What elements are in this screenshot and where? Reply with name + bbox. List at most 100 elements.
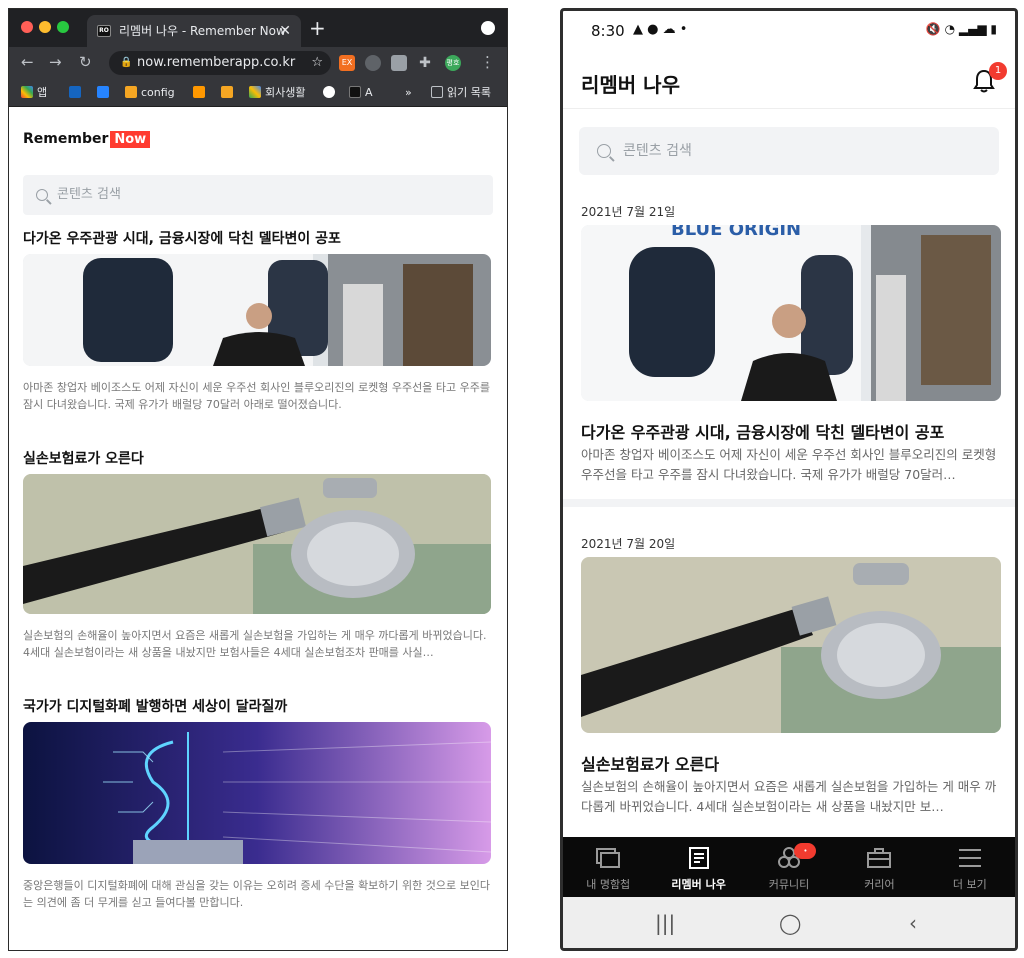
bookmarks-overflow[interactable]: » [405, 85, 412, 101]
system-navigation-bar: ||| ◯ ‹ [563, 897, 1015, 948]
article-title[interactable]: 국가가 디지털화폐 발행하면 세상이 달라질까 [23, 697, 493, 717]
article-summary: 실손보험의 손해율이 높아지면서 요즘은 새롭게 실손보험을 가입하는 게 매우… [581, 779, 997, 814]
article-card[interactable]: 실손보험료가 오른다 실손보험의 손해율이 높아지면서 요즘은 새롭게 실손보험… [23, 449, 493, 661]
web-content: Remember Now 콘텐츠 검색 다가온 우주관광 시대, 금융시장에 닥친… [9, 131, 507, 911]
bookmark-github[interactable] [323, 85, 339, 101]
search-input[interactable]: 콘텐츠 검색 [23, 175, 493, 215]
chrome-menu-icon[interactable]: ⋮ [480, 53, 495, 71]
home-icon[interactable]: ◯ [779, 911, 801, 935]
github-icon [323, 86, 335, 98]
status-notification-icons: ▲ ● ☁ • [633, 22, 688, 37]
cards-icon [596, 848, 621, 868]
bookmark-apps-label: 앱 [37, 86, 48, 99]
article-image-digital-currency[interactable] [23, 722, 491, 864]
bookmarks-bar: 앱 config 회사생활 A » 읽기 목록 [9, 79, 507, 107]
nav-item-more[interactable]: 더 보기 [925, 837, 1015, 897]
search-icon [36, 189, 48, 201]
folder-flame-icon [125, 86, 137, 98]
extension-camera-icon[interactable] [391, 55, 407, 71]
reading-list-icon [431, 86, 443, 98]
favicon-icon: RO [97, 25, 111, 37]
bookmark-yellow[interactable] [221, 85, 237, 101]
search-placeholder: 콘텐츠 검색 [623, 143, 692, 159]
nav-item-career[interactable]: 커리어 [834, 837, 924, 897]
bookmark-star-icon[interactable]: ☆ [311, 51, 323, 75]
close-tab-icon[interactable]: ✕ [279, 15, 291, 47]
reading-list[interactable]: 읽기 목록 [431, 85, 491, 101]
bookmark-yellow-icon [221, 86, 233, 98]
apps-grid-icon [21, 86, 33, 98]
nav-item-community[interactable]: • 커뮤니티 [744, 837, 834, 897]
url-text: now.rememberapp.co.kr [137, 55, 296, 70]
bookmark-apps[interactable]: 앱 [21, 85, 47, 101]
extension-ex-icon[interactable]: EX [339, 55, 355, 71]
article-title[interactable]: 실손보험료가 오른다 [23, 449, 493, 469]
app-header: 리멤버 나우 1 [563, 51, 1015, 109]
article-image-stethoscope[interactable] [581, 557, 1001, 733]
desktop-browser-window: RO 리멤버 나우 - Remember Now ✕ + ← → ↻ 🔒 now… [8, 8, 508, 951]
bookmark-company-life[interactable]: 회사생활 [249, 85, 305, 101]
logo-badge: Now [110, 131, 151, 148]
nav-label: 더 보기 [952, 878, 987, 891]
back-icon[interactable]: ← [21, 53, 34, 71]
article-title[interactable]: 다가온 우주관광 시대, 금융시장에 닥친 델타변이 공포 [581, 419, 997, 442]
status-system-icons: 🔇 ◔ ▂▄▆ ▮ [925, 22, 997, 36]
article-card[interactable]: 국가가 디지털화폐 발행하면 세상이 달라질까 중앙은행들이 디지털화폐에 대해… [23, 697, 493, 911]
reload-icon[interactable]: ↻ [79, 53, 92, 71]
phone-app-window: 8:30 ▲ ● ☁ • 🔇 ◔ ▂▄▆ ▮ 리멤버 나우 1 콘텐츠 검색 2… [560, 8, 1018, 951]
tab-title: 리멤버 나우 - Remember Now [119, 24, 286, 38]
remember-icon [349, 86, 361, 98]
minimize-window-button[interactable] [39, 21, 51, 33]
article-date: 2021년 7월 20일 [581, 537, 676, 551]
article-card[interactable]: 2021년 7월 20일 실손보험료가 오른다 실손보험의 손해율이 높아지면서… [563, 535, 1015, 817]
browser-tab[interactable]: RO 리멤버 나우 - Remember Now ✕ [87, 15, 301, 47]
new-tab-button[interactable]: + [309, 16, 326, 40]
recent-apps-icon[interactable]: ||| [655, 911, 675, 935]
article-title[interactable]: 실손보험료가 오른다 [581, 751, 997, 774]
logo-text: Remember [23, 131, 109, 147]
address-bar[interactable]: 🔒 now.rememberapp.co.kr ☆ [109, 51, 331, 75]
bookmark-config-label: config [141, 86, 175, 99]
close-window-button[interactable] [21, 21, 33, 33]
article-summary: 실손보험의 손해율이 높아지면서 요즘은 새롭게 실손보험을 가입하는 게 매우… [23, 629, 487, 659]
community-badge: • [794, 843, 817, 859]
bookmark-blue[interactable] [69, 85, 85, 101]
article-image-space[interactable] [23, 254, 491, 366]
nav-item-remember-now[interactable]: 리멤버 나우 [653, 837, 743, 897]
article-card[interactable]: 다가온 우주관광 시대, 금융시장에 닥친 델타변이 공포 아마존 창업자 베이… [23, 229, 493, 413]
bookmark-x[interactable] [97, 85, 113, 101]
bookmark-blue-icon [69, 86, 81, 98]
article-title[interactable]: 다가온 우주관광 시대, 금융시장에 닥친 델타변이 공포 [23, 229, 493, 249]
remember-now-logo[interactable]: Remember Now [23, 131, 493, 151]
bookmark-orange[interactable] [193, 85, 209, 101]
browser-toolbar: ← → ↻ 🔒 now.rememberapp.co.kr ☆ EX ✚ 평호 … [9, 47, 507, 79]
nav-label: 커뮤니티 [768, 878, 810, 891]
bottom-navigation: 내 명함첩 리멤버 나우 • 커뮤니티 커리어 더 보기 [563, 837, 1015, 897]
article-summary: 중앙은행들이 디지털화폐에 대해 관심을 갖는 이유는 오히려 증세 수단을 확… [23, 879, 490, 909]
nav-label: 커리어 [864, 878, 895, 891]
extensions-puzzle-icon[interactable]: ✚ [417, 55, 433, 71]
article-date: 2021년 7월 21일 [581, 205, 676, 219]
bookmark-a[interactable]: A [349, 85, 373, 101]
back-icon[interactable]: ‹ [909, 911, 917, 935]
drive-icon [249, 86, 261, 98]
bookmark-x-icon [97, 86, 109, 98]
menu-icon [958, 849, 981, 867]
article-image-space[interactable]: BLUE ORIGIN [581, 225, 1001, 401]
bookmark-a-label: A [365, 86, 373, 99]
tab-search-icon[interactable] [481, 21, 495, 35]
nav-label: 리멤버 나우 [671, 878, 726, 891]
article-summary: 아마존 창업자 베이조스도 어제 자신이 세운 우주선 회사인 블루오리진의 로… [581, 447, 997, 482]
nav-item-cards[interactable]: 내 명함첩 [563, 837, 653, 897]
bookmark-config[interactable]: config [125, 85, 175, 101]
article-card[interactable]: 2021년 7월 21일 BLUE ORIGIN 다가온 우주관광 시대, 금융… [563, 203, 1015, 485]
extension-planet-icon[interactable] [365, 55, 381, 71]
zoom-window-button[interactable] [57, 21, 69, 33]
article-summary: 아마존 창업자 베이조스도 어제 자신이 세운 우주선 회사인 블루오리진의 로… [23, 381, 490, 411]
article-image-stethoscope[interactable] [23, 474, 491, 614]
nav-label: 내 명함첩 [586, 878, 631, 891]
forward-icon[interactable]: → [49, 53, 62, 71]
search-input[interactable]: 콘텐츠 검색 [579, 127, 999, 175]
section-divider [563, 499, 1015, 507]
profile-avatar[interactable]: 평호 [445, 55, 461, 71]
